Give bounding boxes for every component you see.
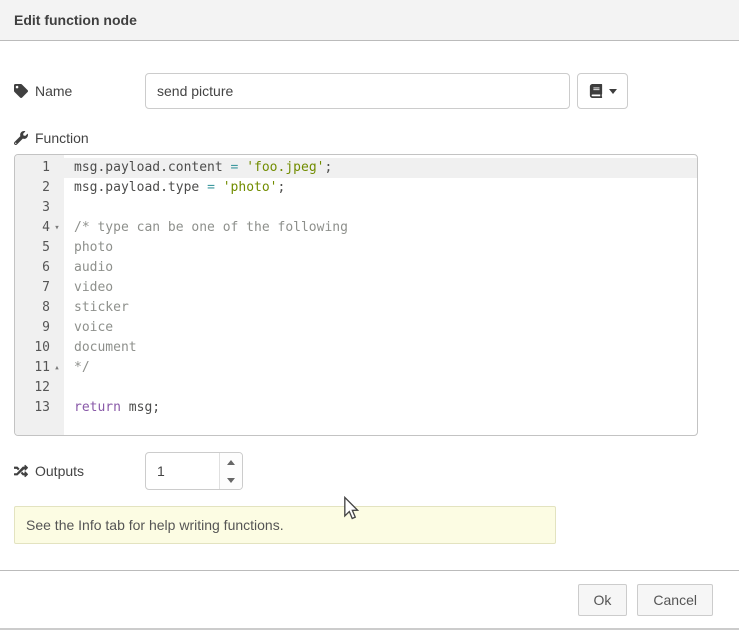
code-text: msg.payload.type = 'photo'; [64,178,285,198]
library-button[interactable] [577,73,628,109]
fold-end-icon[interactable]: ▴ [50,358,64,378]
code-line[interactable]: 11▴*/ [15,358,697,378]
code-editor[interactable]: 1msg.payload.content = 'foo.jpeg';2msg.p… [14,154,698,436]
dialog-footer: Ok Cancel [0,570,739,628]
code-line[interactable]: 4▾/* type can be one of the following [15,218,697,238]
spinner-up-button[interactable] [220,453,242,471]
line-number: 4▾ [15,218,64,238]
shuffle-icon [14,464,28,478]
tag-icon [14,84,28,98]
code-text: sticker [64,298,129,318]
line-number: 6 [15,258,64,278]
code-text: photo [64,238,113,258]
fold-start-icon[interactable]: ▾ [50,218,64,238]
code-line[interactable]: 6audio [15,258,697,278]
line-number: 7 [15,278,64,298]
code-lines: 1msg.payload.content = 'foo.jpeg';2msg.p… [15,155,697,418]
dialog-header: Edit function node [0,0,739,41]
caret-up-icon [227,460,235,465]
dialog-body: Name Function 1msg.payload.content = 'fo… [0,73,739,544]
ok-button[interactable]: Ok [578,584,628,616]
code-line[interactable]: 7video [15,278,697,298]
line-number: 12 [15,378,64,398]
book-icon [589,84,603,98]
caret-down-icon [609,89,617,94]
spinner-buttons [219,453,242,489]
code-text: video [64,278,113,298]
code-line[interactable]: 3 [15,198,697,218]
form-tip: See the Info tab for help writing functi… [14,506,556,544]
code-text [64,198,74,218]
line-number: 2 [15,178,64,198]
cancel-button[interactable]: Cancel [637,584,713,616]
function-label: Function [14,130,145,146]
line-number: 9 [15,318,64,338]
code-line[interactable]: 9voice [15,318,697,338]
code-line[interactable]: 2msg.payload.type = 'photo'; [15,178,697,198]
code-text: /* type can be one of the following [64,218,348,238]
line-number: 13 [15,398,64,418]
code-text: return msg; [64,398,160,418]
code-text: voice [64,318,113,338]
code-text [64,378,74,398]
edit-function-node-dialog: Edit function node Name [0,0,739,630]
outputs-label-text: Outputs [35,463,84,479]
dialog-title: Edit function node [14,12,137,28]
wrench-icon [14,131,28,145]
caret-down-icon [227,478,235,483]
code-text: msg.payload.content = 'foo.jpeg'; [64,158,332,178]
line-number: 5 [15,238,64,258]
code-line[interactable]: 1msg.payload.content = 'foo.jpeg'; [15,158,697,178]
line-number: 3 [15,198,64,218]
function-label-text: Function [35,130,89,146]
name-input[interactable] [145,73,570,109]
function-label-row: Function [14,130,725,146]
outputs-spinner [145,452,243,490]
code-line[interactable]: 12 [15,378,697,398]
line-number: 11▴ [15,358,64,378]
code-line[interactable]: 8sticker [15,298,697,318]
name-label: Name [14,83,145,99]
spinner-down-button[interactable] [220,471,242,489]
code-text: */ [64,358,90,378]
code-line[interactable]: 5photo [15,238,697,258]
code-line[interactable]: 13return msg; [15,398,697,418]
name-label-text: Name [35,83,72,99]
code-text: document [64,338,137,358]
code-line[interactable]: 10document [15,338,697,358]
code-text: audio [64,258,113,278]
outputs-row: Outputs [14,452,725,490]
name-row: Name [14,73,725,109]
line-number: 1 [15,158,64,178]
line-number: 8 [15,298,64,318]
outputs-label: Outputs [14,463,145,479]
line-number: 10 [15,338,64,358]
